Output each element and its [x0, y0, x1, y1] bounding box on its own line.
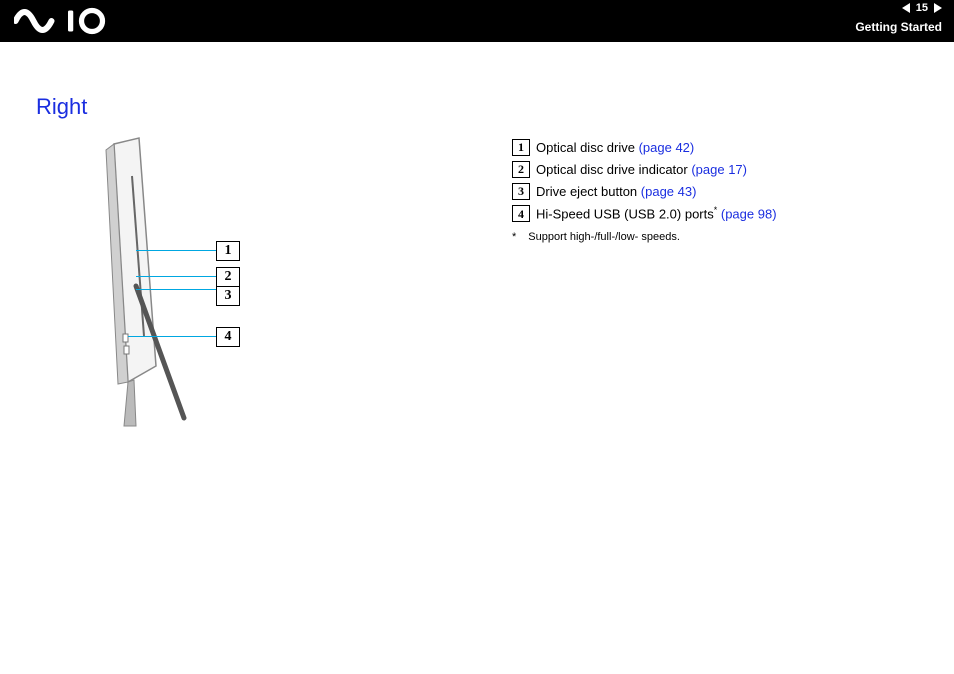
legend-num-2: 2	[512, 161, 530, 178]
legend-num-3: 3	[512, 183, 530, 200]
legend-item-1: 1 Optical disc drive (page 42)	[512, 138, 777, 158]
legend-num-1: 1	[512, 139, 530, 156]
legend-text-4: Hi-Speed USB (USB 2.0) ports* (page 98)	[536, 204, 777, 224]
callout-line-3	[136, 289, 216, 290]
callout-4: 4	[216, 327, 240, 347]
page-content: Right 1 2 3 4	[0, 42, 954, 456]
legend: 1 Optical disc drive (page 42) 2 Optical…	[512, 138, 777, 246]
page-number: 15	[916, 2, 928, 14]
legend-item-3: 3 Drive eject button (page 43)	[512, 182, 777, 202]
header-bar: 15 Getting Started	[0, 0, 954, 42]
callout-line-4	[128, 336, 216, 337]
device-diagram: 1 2 3 4	[36, 126, 496, 456]
page-nav: 15	[902, 2, 942, 14]
legend-text-1: Optical disc drive (page 42)	[536, 138, 694, 158]
legend-item-2: 2 Optical disc drive indicator (page 17)	[512, 160, 777, 180]
legend-text-2: Optical disc drive indicator (page 17)	[536, 160, 747, 180]
legend-text-3: Drive eject button (page 43)	[536, 182, 696, 202]
page-ref-link[interactable]: (page 98)	[721, 207, 777, 222]
footnote-mark: *	[512, 229, 516, 246]
legend-num-4: 4	[512, 205, 530, 222]
page-ref-link[interactable]: (page 17)	[691, 162, 747, 177]
device-illustration	[84, 136, 204, 436]
vaio-logo	[14, 6, 134, 36]
callout-line-1	[136, 250, 216, 251]
page-ref-link[interactable]: (page 42)	[639, 140, 695, 155]
callout-3: 3	[216, 286, 240, 306]
section-name: Getting Started	[855, 20, 942, 34]
callout-1: 1	[216, 241, 240, 261]
callout-line-2	[136, 276, 216, 277]
page-ref-link[interactable]: (page 43)	[641, 184, 697, 199]
section-title: Right	[36, 94, 954, 120]
next-page-icon[interactable]	[934, 3, 942, 13]
footnote: * Support high-/full-/low- speeds.	[512, 229, 777, 246]
prev-page-icon[interactable]	[902, 3, 910, 13]
footnote-text: Support high-/full-/low- speeds.	[528, 229, 680, 246]
callout-2: 2	[216, 267, 240, 287]
legend-item-4: 4 Hi-Speed USB (USB 2.0) ports* (page 98…	[512, 204, 777, 224]
